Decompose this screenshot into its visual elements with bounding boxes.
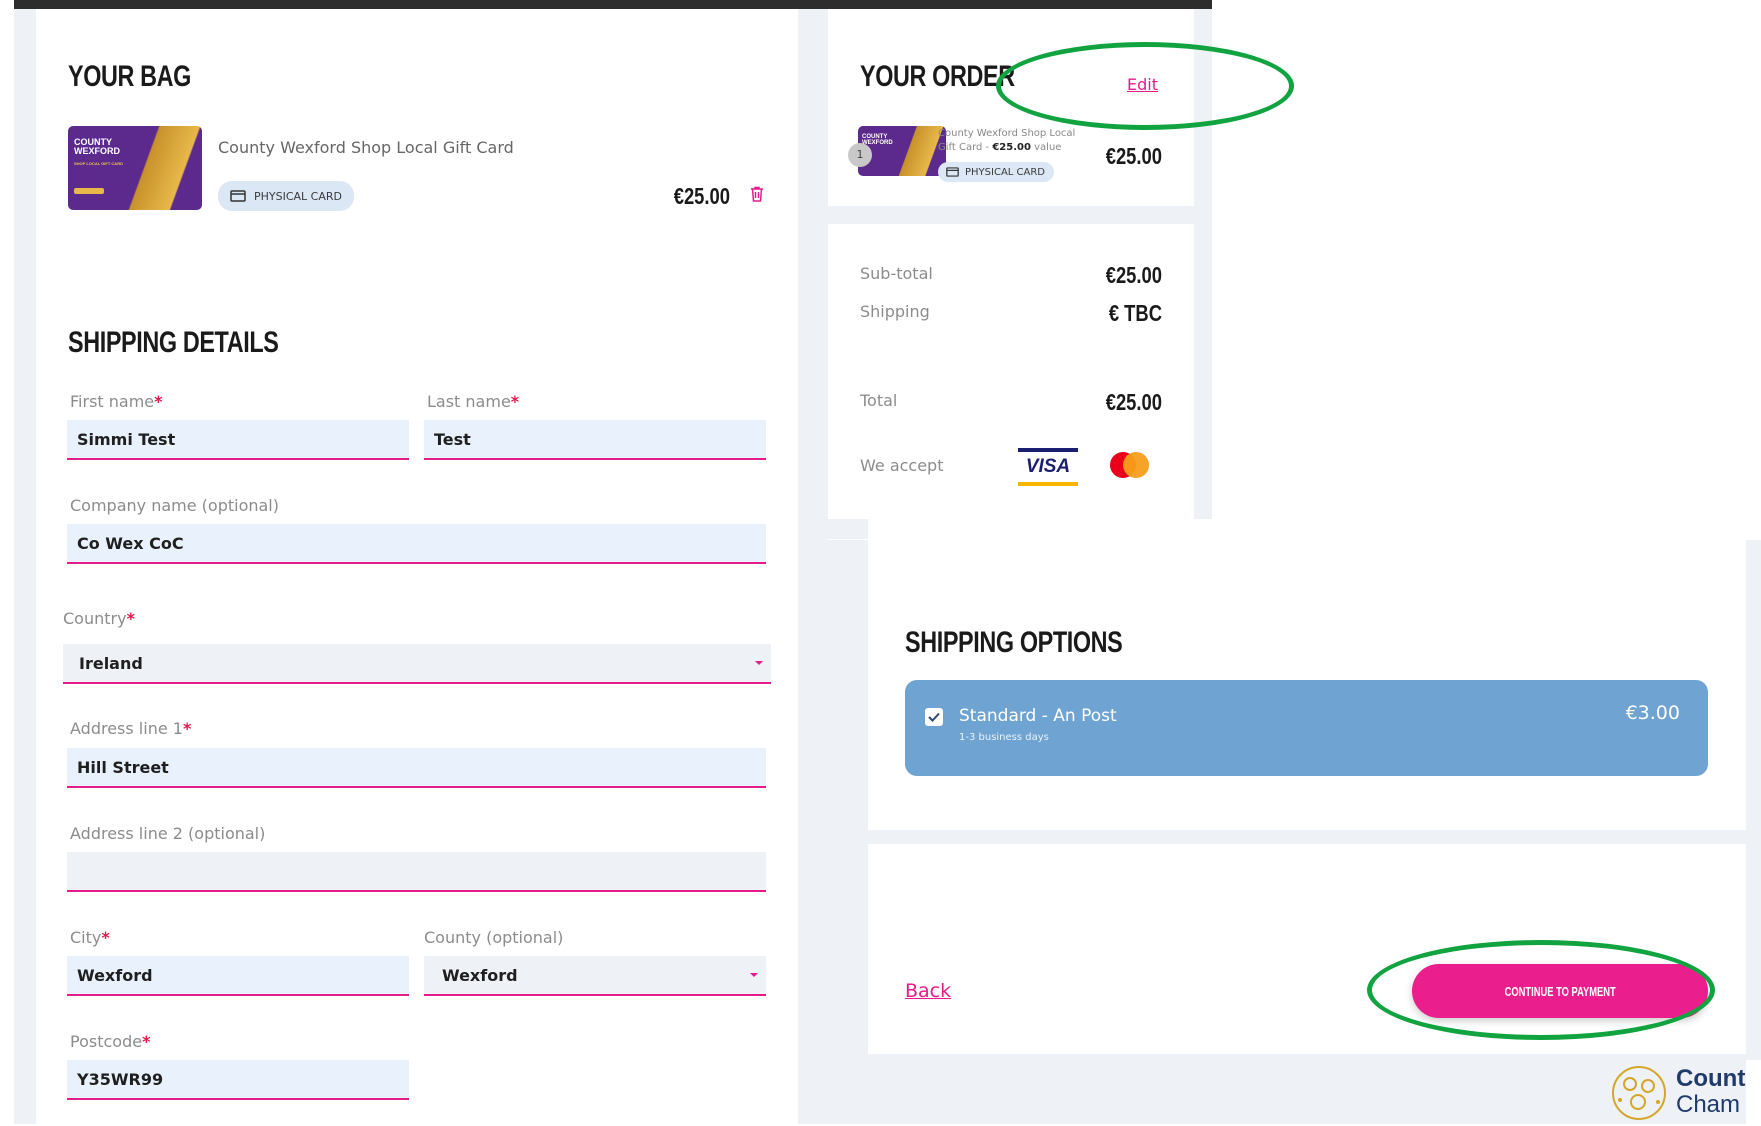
bag-title: YOUR BAG xyxy=(68,60,191,93)
shipping-label: Shipping xyxy=(860,302,930,321)
highlight-oval-edit xyxy=(996,42,1294,130)
card-icon xyxy=(230,190,246,202)
address1-label: Address line 1* xyxy=(70,719,192,738)
shipping-details-title: SHIPPING DETAILS xyxy=(68,326,279,359)
trash-icon[interactable] xyxy=(750,186,764,206)
address2-field[interactable] xyxy=(67,852,766,892)
bag-item-type-badge: PHYSICAL CARD xyxy=(218,181,354,211)
gift-card-image: COUNTY WEXFORD SHOP LOCAL GIFT CARD xyxy=(68,126,202,210)
chamber-logo-text: Count Cham xyxy=(1676,1065,1746,1118)
country-select[interactable]: Ireland xyxy=(63,644,771,684)
city-field[interactable]: Wexford xyxy=(67,956,409,996)
options-left-gutter xyxy=(828,540,868,1124)
card-icon xyxy=(946,167,959,177)
visa-logo: VISA xyxy=(1018,448,1078,486)
county-label: County (optional) xyxy=(424,928,564,947)
option-subtext: 1-3 business days xyxy=(959,732,1049,743)
order-gap xyxy=(828,206,1194,224)
address1-field[interactable]: Hill Street xyxy=(67,748,766,788)
column-gutter xyxy=(798,9,828,1124)
first-name-label: First name* xyxy=(70,392,163,411)
bag-item-price: €25.00 xyxy=(673,183,730,209)
postcode-label: Postcode* xyxy=(70,1032,151,1051)
chamber-logo xyxy=(1610,1064,1668,1122)
shipping-options-title: SHIPPING OPTIONS xyxy=(905,626,1123,659)
county-select[interactable]: Wexford xyxy=(424,956,766,996)
total-value: €25.00 xyxy=(1105,389,1162,415)
left-gutter xyxy=(14,9,36,1124)
postcode-field[interactable]: Y35WR99 xyxy=(67,1060,409,1100)
chevron-down-icon xyxy=(755,661,763,665)
chevron-down-icon xyxy=(750,973,758,977)
last-name-field[interactable]: Test xyxy=(424,420,766,460)
checkbox-icon[interactable] xyxy=(925,708,943,726)
city-label: City* xyxy=(70,928,110,947)
order-bottom-gutter xyxy=(828,519,868,539)
last-name-label: Last name* xyxy=(427,392,520,411)
top-bar xyxy=(14,0,1212,9)
highlight-oval-continue xyxy=(1367,940,1715,1040)
shipping-value: € TBC xyxy=(1108,300,1162,326)
order-item-price: €25.00 xyxy=(1105,143,1162,169)
option-price: €3.00 xyxy=(1625,702,1680,724)
country-label: Country* xyxy=(63,609,135,628)
subtotal-label: Sub-total xyxy=(860,264,933,283)
order-title: YOUR ORDER xyxy=(860,60,1015,93)
first-name-field[interactable]: Simmi Test xyxy=(67,420,409,460)
shipping-option-standard[interactable]: Standard - An Post 1-3 business days €3.… xyxy=(905,680,1708,776)
back-link[interactable]: Back xyxy=(905,980,951,1002)
mastercard-logo xyxy=(1110,452,1150,478)
order-qty-badge: 1 xyxy=(848,143,872,167)
bag-item-name: County Wexford Shop Local Gift Card xyxy=(218,138,514,157)
company-field[interactable]: Co Wex CoC xyxy=(67,524,766,564)
order-item-type-badge: PHYSICAL CARD xyxy=(938,162,1054,182)
order-item-desc: County Wexford Shop Local Gift Card - €2… xyxy=(938,128,1076,153)
company-label: Company name (optional) xyxy=(70,496,279,515)
address2-label: Address line 2 (optional) xyxy=(70,824,266,843)
total-label: Total xyxy=(860,391,898,410)
option-name: Standard - An Post xyxy=(959,706,1117,726)
accept-label: We accept xyxy=(860,456,944,475)
subtotal-value: €25.00 xyxy=(1105,262,1162,288)
options-gap xyxy=(868,830,1746,844)
options-right-gutter xyxy=(1746,540,1761,1060)
